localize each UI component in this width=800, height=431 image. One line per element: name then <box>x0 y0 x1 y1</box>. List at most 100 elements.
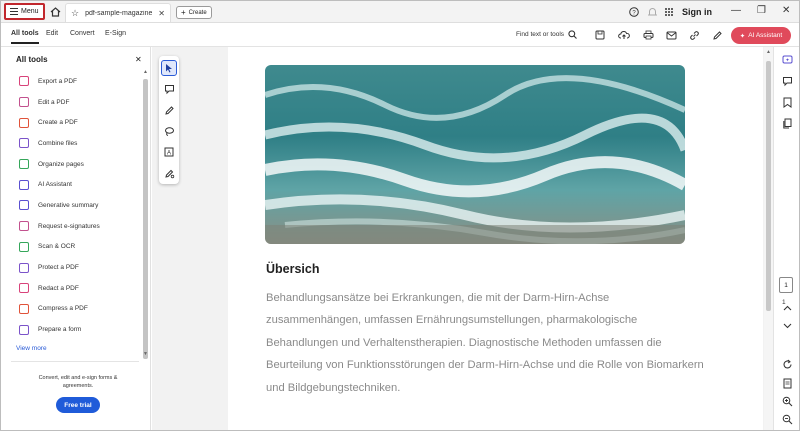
tool-item-label: Compress a PDF <box>38 305 88 313</box>
tool-item[interactable]: Prepare a form <box>1 319 143 340</box>
pages-thumbnails-icon[interactable] <box>780 116 794 130</box>
sign-pen-icon[interactable] <box>710 28 724 42</box>
restore-icon[interactable]: ❐ <box>757 5 766 16</box>
find-tools-button[interactable]: Find text or tools <box>516 30 577 39</box>
zoom-out-icon[interactable] <box>780 412 794 426</box>
tool-item[interactable]: Create a PDF <box>1 112 143 133</box>
free-trial-button[interactable]: Free trial <box>56 397 100 413</box>
save-icon[interactable] <box>593 28 607 42</box>
tool-item[interactable]: Export a PDF <box>1 71 143 92</box>
minimize-icon[interactable]: — <box>731 5 741 16</box>
quick-tools-bar: A <box>159 56 179 184</box>
stamp-icon[interactable] <box>161 165 177 181</box>
rotate-icon[interactable] <box>780 357 794 371</box>
svg-text:A: A <box>166 150 170 156</box>
tool-item[interactable]: Protect a PDF <box>1 257 143 278</box>
home-icon[interactable] <box>48 5 62 19</box>
page-down-icon[interactable] <box>780 319 794 333</box>
close-tab-icon[interactable]: ✕ <box>158 9 165 18</box>
tool-item-label: Edit a PDF <box>38 98 70 106</box>
tool-icon <box>19 324 29 335</box>
close-window-icon[interactable]: ✕ <box>782 5 790 16</box>
tool-item-label: Request e-signatures <box>38 222 100 230</box>
tool-item-label: Combine files <box>38 139 78 147</box>
bookmark-icon[interactable] <box>780 95 794 109</box>
tool-item[interactable]: Combine files <box>1 133 143 154</box>
tab-edit[interactable]: Edit <box>46 30 58 37</box>
view-more-link[interactable]: View more <box>16 345 47 352</box>
comments-panel-icon[interactable] <box>780 74 794 88</box>
total-pages: 1 <box>782 299 786 306</box>
tool-item[interactable]: Compress a PDF <box>1 299 143 320</box>
tool-item-label: Scan & OCR <box>38 243 76 251</box>
panel-scroll-thumb[interactable] <box>143 79 148 359</box>
tool-item-label: Redact a PDF <box>38 284 79 292</box>
tab-convert[interactable]: Convert <box>70 30 95 37</box>
tool-item[interactable]: AI Assistant <box>1 174 143 195</box>
create-label: Create <box>188 9 207 16</box>
app-window: Menu ☆ pdf-sample-magazine-3... ✕ + Crea… <box>0 0 800 431</box>
current-page-input[interactable]: 1 <box>779 277 793 293</box>
bell-icon[interactable] <box>645 5 659 19</box>
document-scroll-thumb[interactable] <box>766 61 771 311</box>
tool-item-label: Prepare a form <box>38 326 82 334</box>
tool-item[interactable]: Redact a PDF <box>1 278 143 299</box>
tool-item-label: AI Assistant <box>38 181 72 189</box>
tool-item[interactable]: Edit a PDF <box>1 92 143 113</box>
tab-title: pdf-sample-magazine-3... <box>85 9 153 17</box>
create-button[interactable]: + Create <box>176 6 212 19</box>
select-cursor-icon[interactable] <box>161 60 177 76</box>
doc-scroll-up-icon[interactable]: ▲ <box>766 49 771 55</box>
tool-icon <box>19 97 29 108</box>
panel-title: All tools <box>16 55 48 64</box>
document-scrollbar[interactable]: ▲ <box>764 47 773 430</box>
tool-icon <box>19 241 29 252</box>
document-tab[interactable]: ☆ pdf-sample-magazine-3... ✕ <box>65 3 171 22</box>
scroll-down-icon[interactable]: ▼ <box>143 351 148 357</box>
plus-icon: + <box>181 8 186 17</box>
tool-icon <box>19 221 29 232</box>
ai-assistant-button[interactable]: ✦ AI Assistant <box>731 27 791 44</box>
scroll-up-icon[interactable]: ▲ <box>143 69 148 75</box>
text-box-icon[interactable]: A <box>161 144 177 160</box>
apps-grid-icon[interactable] <box>662 5 676 19</box>
tool-item[interactable]: Scan & OCR <box>1 237 143 258</box>
draw-lasso-icon[interactable] <box>161 123 177 139</box>
tool-item-label: Protect a PDF <box>38 264 79 272</box>
tool-icon <box>19 283 29 294</box>
close-panel-icon[interactable]: ✕ <box>135 55 142 64</box>
zoom-in-icon[interactable] <box>780 394 794 408</box>
tab-all-tools[interactable]: All tools <box>11 30 39 44</box>
document-heading: Übersich <box>266 262 320 276</box>
comment-icon[interactable] <box>161 81 177 97</box>
main-toolbar: All tools Edit Convert E-Sign Find text … <box>1 23 799 47</box>
hamburger-icon <box>10 8 18 15</box>
ai-chat-icon[interactable]: ✦ <box>780 53 794 67</box>
tab-e-sign[interactable]: E-Sign <box>105 30 126 37</box>
tool-item-label: Export a PDF <box>38 77 78 85</box>
sparkle-icon: ✦ <box>739 32 746 40</box>
tool-icon <box>19 200 29 211</box>
tool-icon <box>19 138 29 149</box>
mail-icon[interactable] <box>664 28 678 42</box>
cloud-upload-icon[interactable] <box>617 28 631 42</box>
promo-text: Convert, edit and e-sign forms & agreeme… <box>38 375 118 389</box>
tool-item[interactable]: Organize pages <box>1 154 143 175</box>
print-icon[interactable] <box>641 28 655 42</box>
sign-in-button[interactable]: Sign in <box>682 7 712 17</box>
panel-scrollbar[interactable]: ▲ ▼ <box>142 69 148 359</box>
menu-button[interactable]: Menu <box>4 3 45 20</box>
tool-icon <box>19 262 29 273</box>
link-icon[interactable] <box>687 28 701 42</box>
tools-list: Export a PDF Edit a PDF Create a PDF Combin… <box>1 71 143 340</box>
title-bar: Menu ☆ pdf-sample-magazine-3... ✕ + Crea… <box>1 1 799 23</box>
search-icon <box>568 30 577 39</box>
highlight-pen-icon[interactable] <box>161 102 177 118</box>
tool-item[interactable]: Generative summary <box>1 195 143 216</box>
help-icon[interactable]: ? <box>627 5 641 19</box>
page-view-icon[interactable] <box>780 376 794 390</box>
tool-item[interactable]: Request e-signatures <box>1 216 143 237</box>
document-body-text: Behandlungsansätze bei Erkrankungen, die… <box>266 292 704 394</box>
menu-label: Menu <box>21 8 39 15</box>
star-icon[interactable]: ☆ <box>71 8 79 19</box>
